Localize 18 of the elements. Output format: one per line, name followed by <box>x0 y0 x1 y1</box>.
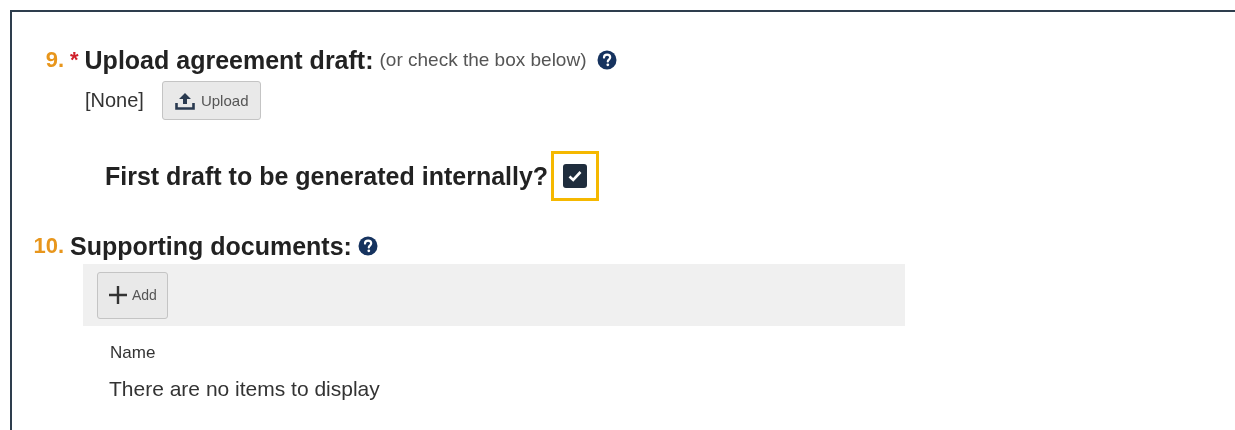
check-icon <box>568 170 583 182</box>
plus-icon <box>108 285 128 305</box>
column-header: Name <box>110 344 157 362</box>
help-icon[interactable] <box>357 236 378 256</box>
question-number: 9. <box>44 48 65 72</box>
help-icon[interactable] <box>596 50 617 70</box>
upload-icon <box>174 91 195 110</box>
question-number: 10. <box>32 234 65 258</box>
required-asterisk: * <box>70 48 79 72</box>
upload-button[interactable]: Upload <box>161 81 262 120</box>
checkbox[interactable] <box>563 164 588 188</box>
question-title: Supporting documents: <box>70 233 352 259</box>
question-title: Upload agreement draft: <box>84 47 374 73</box>
checkbox-label: First draft to be generated internally? <box>105 162 549 190</box>
empty-message: There are no items to display <box>109 378 381 400</box>
file-value: [None] <box>85 89 144 112</box>
add-button[interactable]: Add <box>97 271 168 319</box>
question-hint: (or check the box below) <box>379 49 587 71</box>
